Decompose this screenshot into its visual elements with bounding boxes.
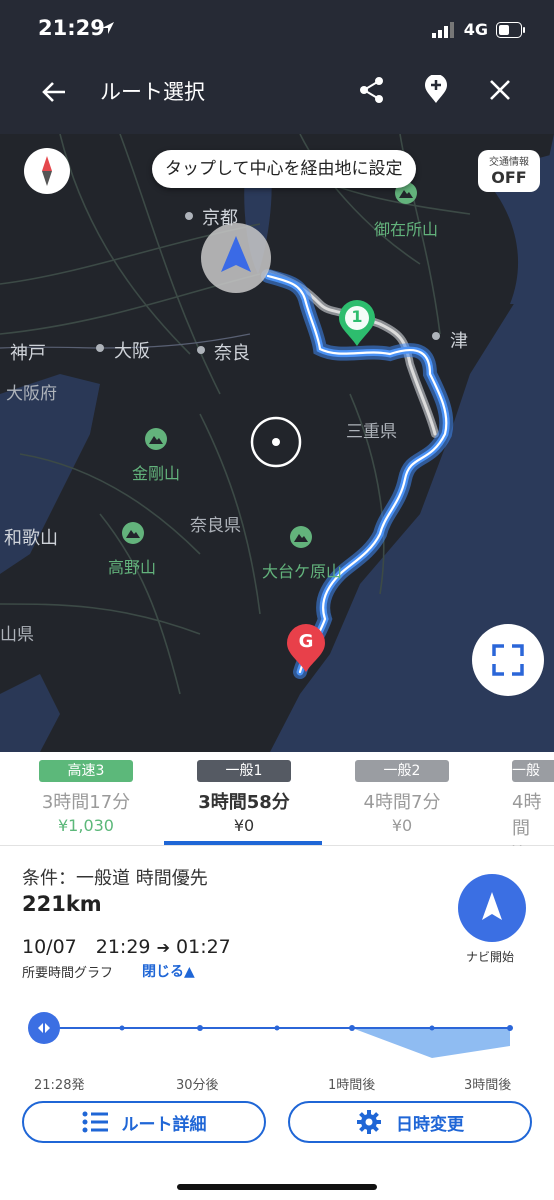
mountain-icon bbox=[122, 522, 144, 544]
waypoint-number: 1 bbox=[351, 307, 363, 326]
gear-icon bbox=[357, 1110, 381, 1134]
route-toll: ¥0 bbox=[391, 816, 413, 835]
label-osaka: 大阪 bbox=[114, 341, 150, 362]
label-koya: 高野山 bbox=[108, 558, 157, 577]
label-nara-pref: 奈良県 bbox=[190, 516, 241, 536]
graph-tick: 1時間後 bbox=[328, 1078, 376, 1093]
label-wakayama: 和歌山 bbox=[4, 528, 58, 549]
graph-label: 所要時間グラフ bbox=[22, 966, 114, 981]
time-graph bbox=[28, 1012, 513, 1058]
back-arrow-icon bbox=[42, 82, 65, 102]
current-location-marker bbox=[201, 223, 271, 293]
time-change-label: 日時変更 bbox=[396, 1114, 464, 1135]
route-condition: 条件：一般道 時間優先 bbox=[22, 868, 208, 889]
tab-indicator bbox=[164, 841, 322, 845]
compass-button[interactable] bbox=[24, 148, 70, 194]
status-time: 21:29 bbox=[38, 16, 105, 40]
compass-icon bbox=[42, 156, 52, 186]
graph-tick: 30分後 bbox=[176, 1078, 219, 1093]
arrow-icon: ➔ bbox=[156, 938, 170, 957]
home-indicator bbox=[177, 1184, 377, 1190]
label-nara: 奈良 bbox=[214, 343, 250, 364]
route-duration: 4時間7分 bbox=[363, 792, 441, 813]
graph-tick: 3時間後 bbox=[464, 1078, 512, 1093]
mountain-icon bbox=[145, 428, 167, 450]
close-icon bbox=[490, 80, 510, 100]
signal-icon bbox=[431, 21, 454, 38]
route-badge: 一般1 bbox=[197, 760, 291, 782]
page-title: ルート選択 bbox=[100, 80, 205, 104]
label-kongo: 金剛山 bbox=[132, 464, 181, 483]
osaka-dot bbox=[96, 344, 104, 352]
location-arrow-icon bbox=[102, 22, 114, 34]
map-view[interactable]: 1 G 京都 大阪 奈良 神戸 津 大阪府 三重県 奈良県 和歌山 山県 金剛山… bbox=[0, 134, 554, 752]
tab-route-0[interactable]: 高速3 3時間17分 ¥1,030 bbox=[16, 752, 156, 846]
navi-start-label: ナビ開始 bbox=[466, 950, 515, 964]
route-badge: 一般2 bbox=[355, 760, 449, 782]
label-mie-pref: 三重県 bbox=[346, 422, 397, 442]
label-wakayama-pref: 山県 bbox=[0, 625, 34, 645]
label-kobe: 神戸 bbox=[10, 343, 46, 364]
tab-route-2[interactable]: 一般2 4時間7分 ¥0 bbox=[332, 752, 472, 846]
share-button[interactable] bbox=[354, 72, 390, 108]
share-icon bbox=[360, 77, 383, 103]
app-bar: ルート選択 bbox=[0, 60, 554, 134]
departure-time: 10/07 21:29 bbox=[22, 936, 151, 958]
add-pin-icon bbox=[425, 75, 447, 103]
traffic-toggle[interactable]: 交通情報 OFF bbox=[478, 150, 540, 192]
label-odaigahara: 大台ケ原山 bbox=[262, 562, 343, 581]
add-waypoint-button[interactable] bbox=[418, 72, 454, 108]
fullscreen-button[interactable] bbox=[472, 624, 544, 696]
route-duration: 4時間 bbox=[512, 792, 542, 839]
route-detail-label: ルート詳細 bbox=[121, 1114, 207, 1135]
tab-route-3[interactable]: 一般 4時間 ¥ bbox=[492, 752, 554, 846]
battery-icon bbox=[496, 21, 525, 38]
label-kyoto: 京都 bbox=[202, 208, 238, 229]
center-target-dot bbox=[272, 438, 280, 446]
tab-route-1[interactable]: 一般1 3時間58分 ¥0 bbox=[174, 752, 314, 846]
label-tsu: 津 bbox=[450, 331, 468, 352]
tsu-dot bbox=[432, 332, 440, 340]
arrival-time: 01:27 bbox=[176, 936, 231, 958]
graph-toggle[interactable]: 閉じる▲ bbox=[142, 961, 195, 981]
back-button[interactable] bbox=[36, 74, 72, 110]
graph-tick: 21:28発 bbox=[34, 1078, 85, 1093]
network-type: 4G bbox=[463, 20, 488, 39]
traffic-state: OFF bbox=[491, 168, 527, 187]
route-duration: 3時間58分 bbox=[198, 792, 290, 813]
close-button[interactable] bbox=[482, 72, 518, 108]
route-toll: ¥1,030 bbox=[58, 816, 114, 835]
goal-letter: G bbox=[298, 631, 314, 652]
nara-dot bbox=[197, 346, 205, 354]
map-canvas bbox=[0, 134, 554, 752]
goal-marker[interactable]: G bbox=[284, 622, 328, 674]
kyoto-dot bbox=[185, 212, 193, 220]
navi-start-button[interactable] bbox=[458, 874, 526, 942]
label-gozaisho: 御在所山 bbox=[374, 220, 439, 239]
route-badge: 高速3 bbox=[39, 760, 133, 782]
waypoint-tooltip: タップして中心を経由地に設定 bbox=[152, 150, 416, 188]
label-osaka-pref: 大阪府 bbox=[6, 384, 57, 404]
route-detail-button[interactable]: ルート詳細 bbox=[22, 1101, 266, 1143]
route-tabs: 高速3 3時間17分 ¥1,030 一般1 3時間58分 ¥0 一般2 4時間7… bbox=[0, 752, 554, 846]
fullscreen-icon bbox=[492, 644, 524, 676]
route-badge: 一般 bbox=[512, 760, 554, 782]
route-duration: 3時間17分 bbox=[41, 792, 131, 813]
time-change-button[interactable]: 日時変更 bbox=[288, 1101, 532, 1143]
route-distance: 221km bbox=[22, 892, 102, 916]
list-icon bbox=[82, 1111, 108, 1133]
route-info-panel: 条件：一般道 時間優先 221km 10/07 21:29 ➔ 01:27 所要… bbox=[0, 846, 554, 1200]
status-bar: 21:29 4G bbox=[0, 0, 554, 60]
mountain-icon bbox=[290, 526, 312, 548]
route-toll: ¥0 bbox=[233, 816, 255, 835]
traffic-label: 交通情報 bbox=[489, 157, 529, 168]
route-times: 10/07 21:29 ➔ 01:27 bbox=[22, 932, 231, 959]
graph-slider-handle bbox=[28, 1012, 60, 1044]
navigation-arrow-icon bbox=[482, 892, 502, 920]
waypoint-marker[interactable]: 1 bbox=[336, 298, 378, 348]
